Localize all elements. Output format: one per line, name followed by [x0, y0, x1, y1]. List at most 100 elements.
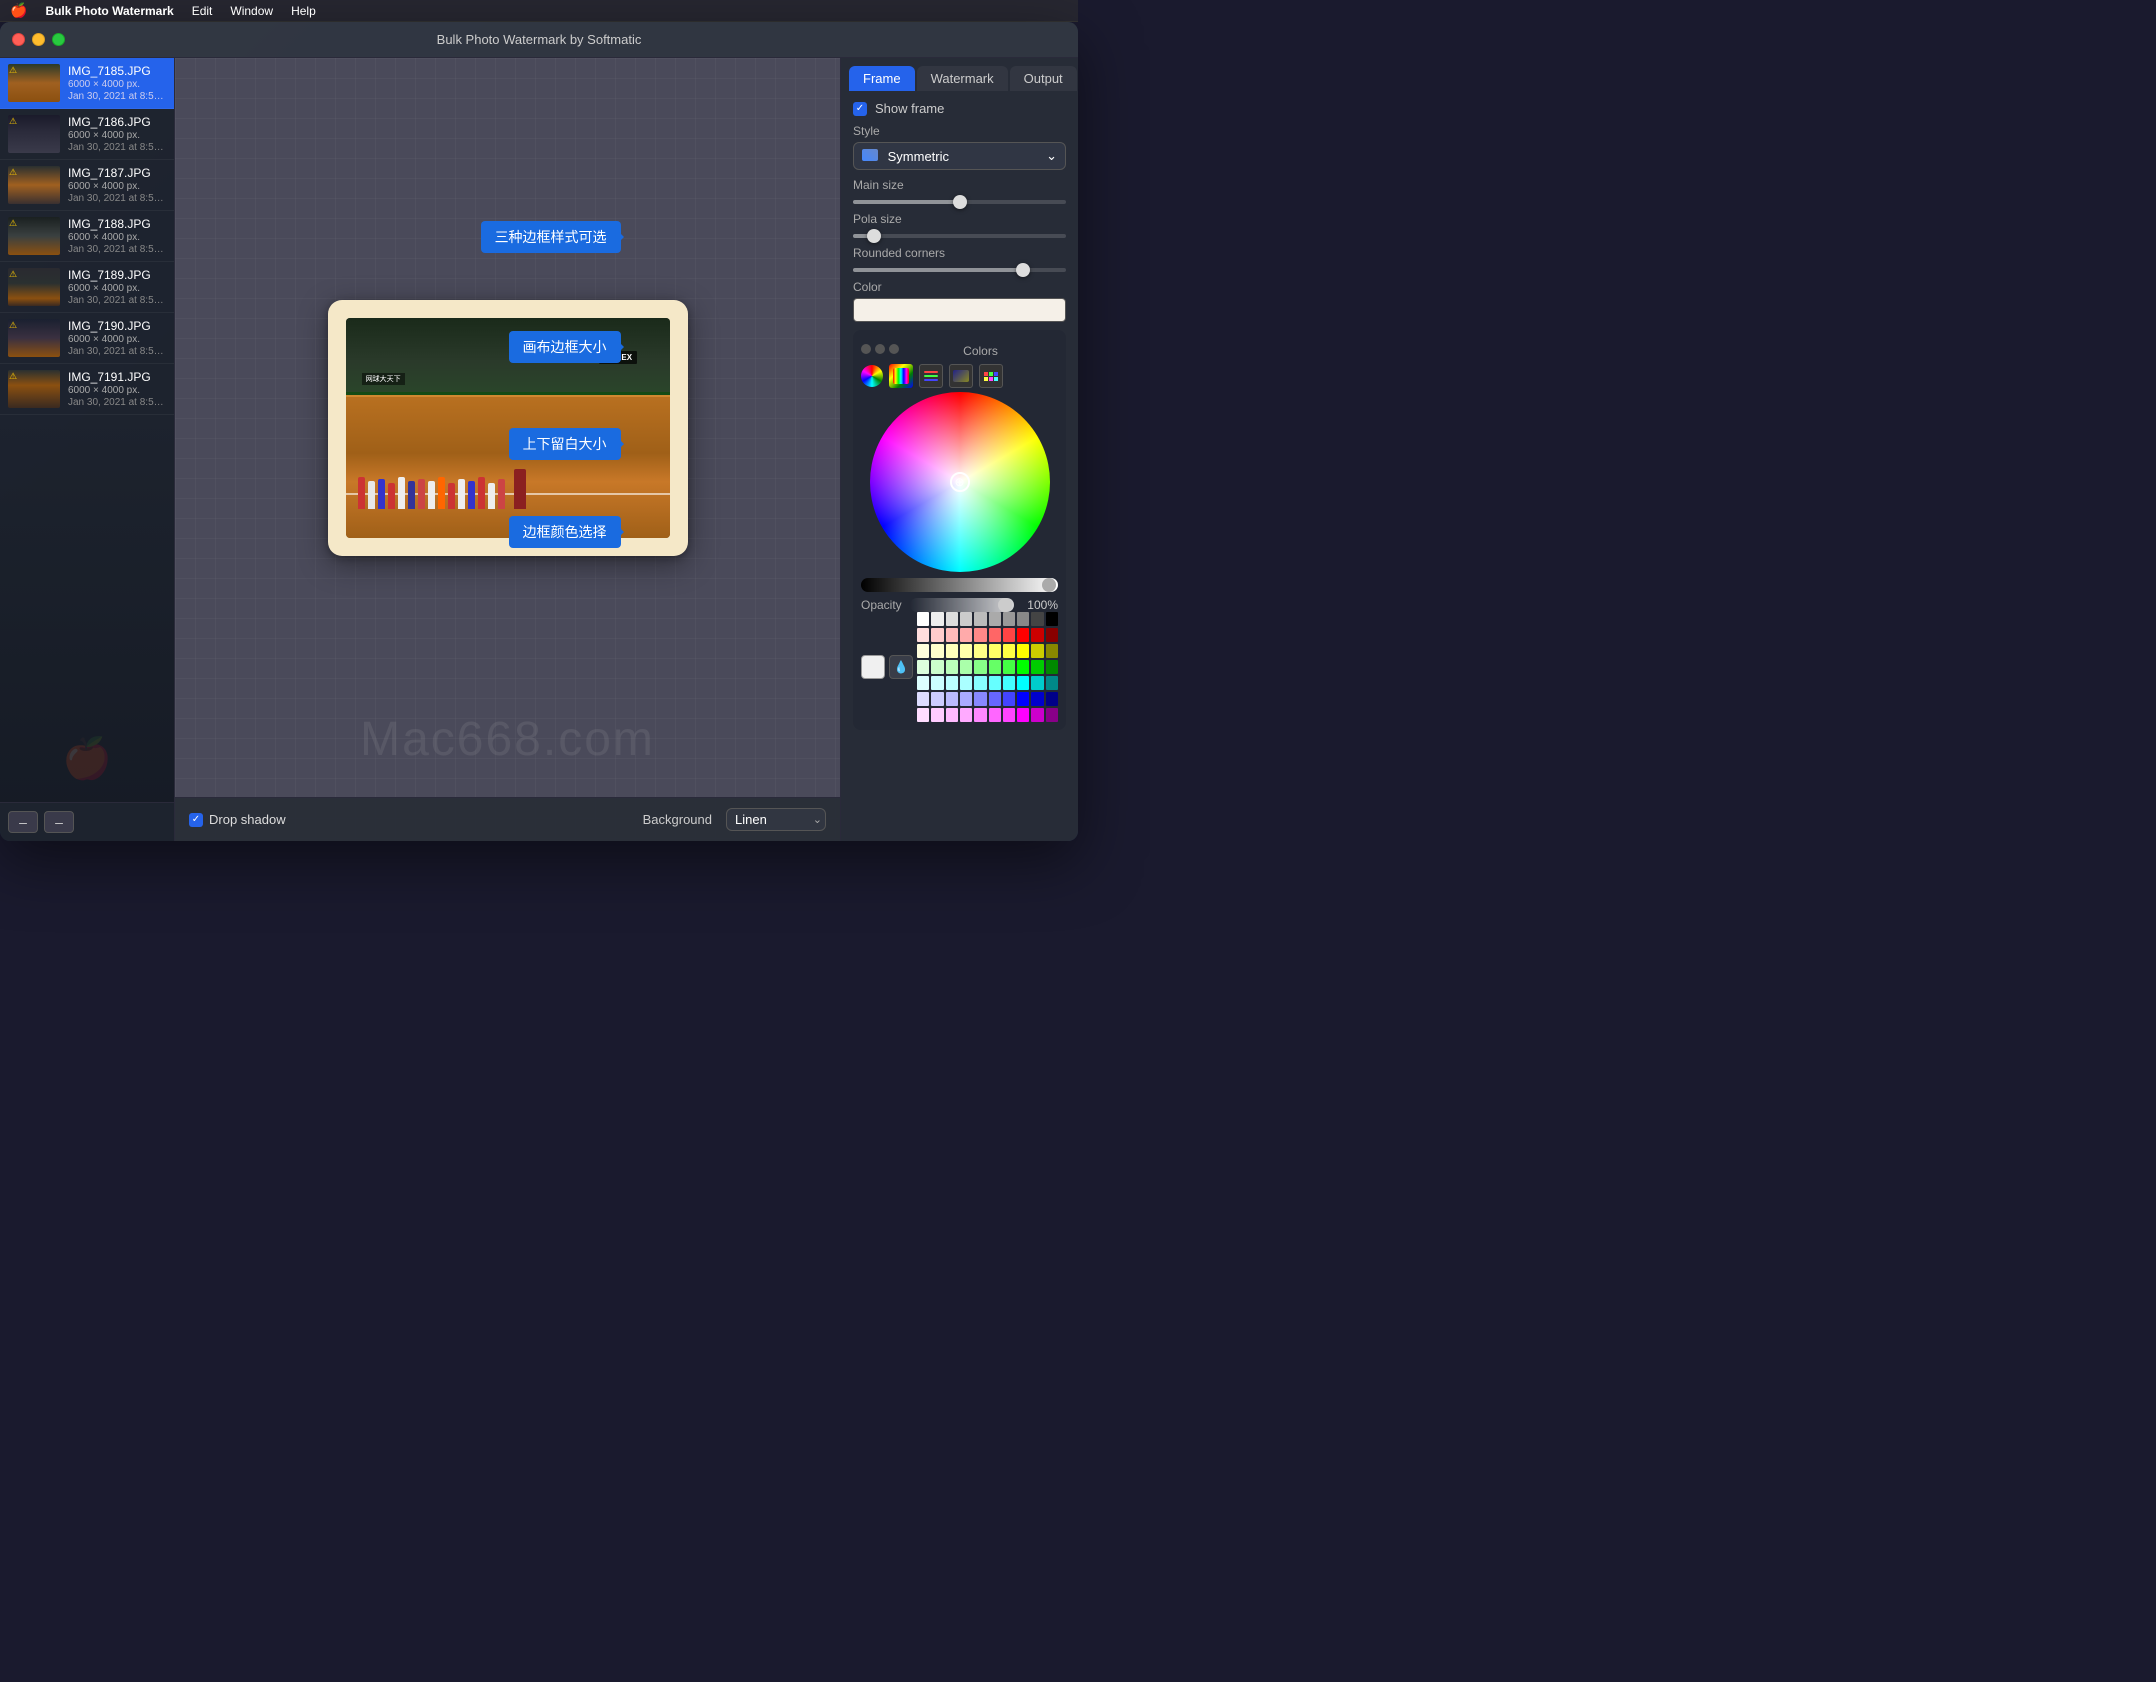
file-item[interactable]: ⚠ IMG_7188.JPG 6000 × 4000 px. Jan 30, 2… [0, 211, 174, 262]
color-cell[interactable] [960, 644, 972, 658]
current-color-swatch[interactable] [861, 655, 885, 679]
color-cell[interactable] [1046, 676, 1058, 690]
menu-edit[interactable]: Edit [192, 4, 213, 18]
color-cell[interactable] [989, 660, 1001, 674]
color-cell[interactable] [1031, 612, 1043, 626]
color-cell[interactable] [931, 644, 943, 658]
color-cell[interactable] [1003, 676, 1015, 690]
color-cell[interactable] [917, 708, 929, 722]
color-cell[interactable] [960, 660, 972, 674]
add-files-button[interactable]: – [8, 811, 38, 833]
file-item[interactable]: ⚠ IMG_7190.JPG 6000 × 4000 px. Jan 30, 2… [0, 313, 174, 364]
close-button[interactable] [12, 33, 25, 46]
color-cell[interactable] [931, 676, 943, 690]
color-cell[interactable] [946, 692, 958, 706]
color-cell[interactable] [1031, 676, 1043, 690]
color-cell[interactable] [1003, 660, 1015, 674]
pola-size-thumb[interactable] [867, 229, 881, 243]
color-wheel-container[interactable]: ⊕ [870, 392, 1050, 572]
background-select[interactable]: Linen White Black Gray [726, 808, 826, 831]
app-menu-name[interactable]: Bulk Photo Watermark [45, 4, 173, 18]
color-cell[interactable] [917, 644, 929, 658]
color-cell[interactable] [1017, 612, 1029, 626]
color-cell[interactable] [1017, 692, 1029, 706]
color-cell[interactable] [1017, 708, 1029, 722]
color-cell[interactable] [974, 612, 986, 626]
color-cell[interactable] [946, 660, 958, 674]
color-cell[interactable] [946, 708, 958, 722]
color-cell[interactable] [960, 708, 972, 722]
file-item[interactable]: ⚠ IMG_7185.JPG 6000 × 4000 px. Jan 30, 2… [0, 58, 174, 109]
color-cell[interactable] [974, 692, 986, 706]
color-cell[interactable] [917, 660, 929, 674]
color-cell[interactable] [1046, 708, 1058, 722]
style-dropdown[interactable]: Symmetric ⌄ [853, 142, 1066, 170]
menu-help[interactable]: Help [291, 4, 316, 18]
minimize-button[interactable] [32, 33, 45, 46]
tab-output[interactable]: Output [1010, 66, 1077, 91]
color-cell[interactable] [1003, 692, 1015, 706]
main-size-track[interactable] [853, 200, 1066, 204]
color-cell[interactable] [1046, 628, 1058, 642]
tab-frame[interactable]: Frame [849, 66, 915, 91]
color-cell[interactable] [989, 612, 1001, 626]
color-cell[interactable] [1017, 628, 1029, 642]
color-cell[interactable] [1046, 692, 1058, 706]
color-cell[interactable] [1003, 644, 1015, 658]
opacity-thumb[interactable] [998, 598, 1012, 612]
color-cell[interactable] [1017, 676, 1029, 690]
color-cell[interactable] [931, 708, 943, 722]
color-cell[interactable] [974, 676, 986, 690]
color-cell[interactable] [1031, 644, 1043, 658]
color-cell[interactable] [946, 612, 958, 626]
color-cell[interactable] [1031, 692, 1043, 706]
color-cell[interactable] [917, 676, 929, 690]
color-cell[interactable] [931, 628, 943, 642]
color-palette-icon[interactable] [979, 364, 1003, 388]
color-cell[interactable] [960, 692, 972, 706]
eyedropper-button[interactable]: 💧 [889, 655, 913, 679]
color-cell[interactable] [946, 644, 958, 658]
color-cell[interactable] [974, 660, 986, 674]
color-cell[interactable] [931, 692, 943, 706]
color-cell[interactable] [1046, 644, 1058, 658]
rounded-corners-thumb[interactable] [1016, 263, 1030, 277]
color-wheel-icon[interactable] [861, 365, 883, 387]
color-cell[interactable] [1031, 660, 1043, 674]
color-image-icon[interactable] [949, 364, 973, 388]
color-preview-box[interactable] [853, 298, 1066, 322]
zoom-button[interactable] [52, 33, 65, 46]
color-cell[interactable] [960, 676, 972, 690]
show-frame-checkbox[interactable]: ✓ [853, 102, 867, 116]
file-item[interactable]: ⚠ IMG_7187.JPG 6000 × 4000 px. Jan 30, 2… [0, 160, 174, 211]
color-cell[interactable] [1031, 628, 1043, 642]
apple-menu[interactable]: 🍎 [10, 2, 27, 19]
color-cell[interactable] [1046, 612, 1058, 626]
color-cell[interactable] [946, 628, 958, 642]
color-spectrum-icon[interactable] [889, 364, 913, 388]
tab-watermark[interactable]: Watermark [917, 66, 1008, 91]
color-cell[interactable] [1003, 708, 1015, 722]
color-cell[interactable] [989, 708, 1001, 722]
color-cell[interactable] [946, 676, 958, 690]
color-cell[interactable] [989, 676, 1001, 690]
color-cell[interactable] [989, 628, 1001, 642]
color-cell[interactable] [917, 692, 929, 706]
color-cell[interactable] [974, 644, 986, 658]
color-cell[interactable] [1003, 612, 1015, 626]
brightness-thumb[interactable] [1042, 578, 1056, 592]
file-item[interactable]: ⚠ IMG_7186.JPG 6000 × 4000 px. Jan 30, 2… [0, 109, 174, 160]
remove-files-button[interactable]: – [44, 811, 74, 833]
color-cell[interactable] [1017, 644, 1029, 658]
color-sliders-icon[interactable] [919, 364, 943, 388]
brightness-slider[interactable] [861, 578, 1058, 592]
pola-size-track[interactable] [853, 234, 1066, 238]
rounded-corners-track[interactable] [853, 268, 1066, 272]
main-size-thumb[interactable] [953, 195, 967, 209]
file-item[interactable]: ⚠ IMG_7189.JPG 6000 × 4000 px. Jan 30, 2… [0, 262, 174, 313]
color-cell[interactable] [989, 692, 1001, 706]
color-cell[interactable] [1003, 628, 1015, 642]
color-cell[interactable] [989, 644, 1001, 658]
color-cell[interactable] [1046, 660, 1058, 674]
menu-window[interactable]: Window [230, 4, 273, 18]
